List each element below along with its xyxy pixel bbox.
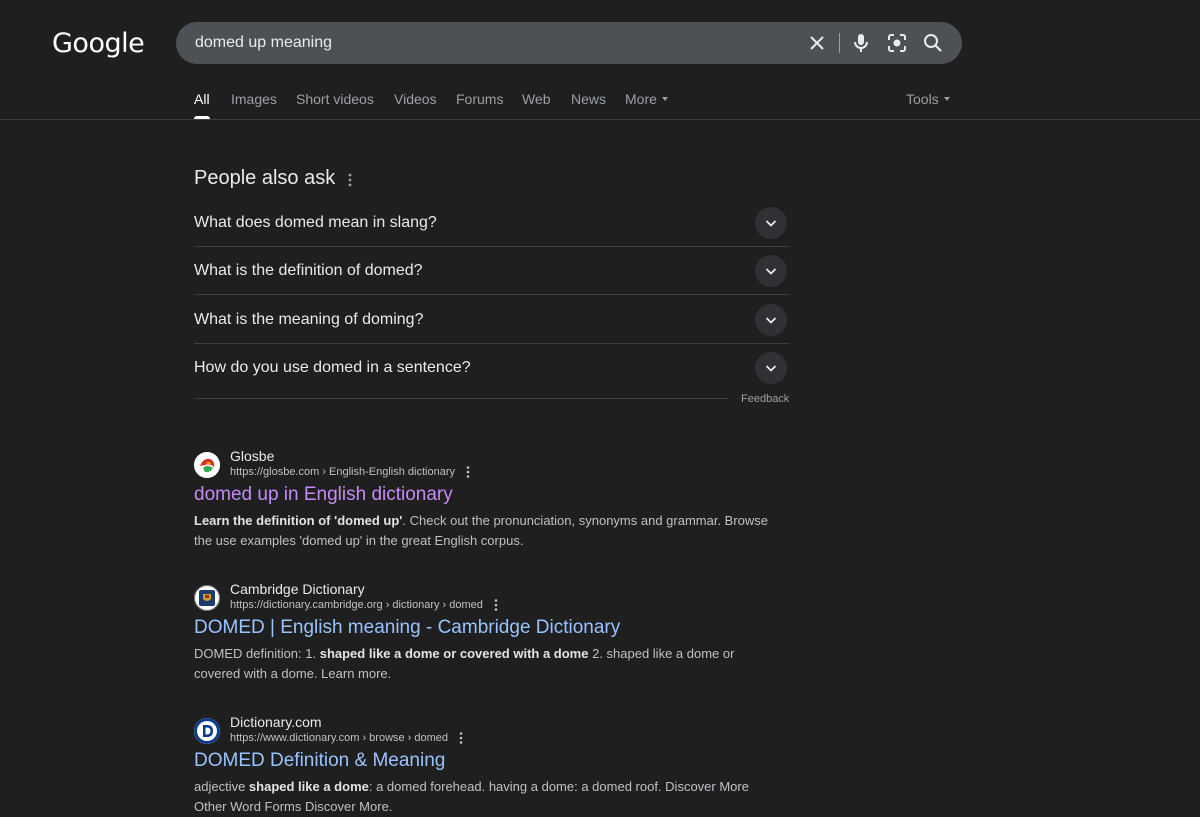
active-tab-indicator bbox=[194, 116, 210, 119]
chevron-down-icon bbox=[765, 268, 777, 275]
expand-button[interactable] bbox=[755, 352, 787, 384]
result-title-link[interactable]: domed up in English dictionary bbox=[194, 484, 453, 506]
tools-label: Tools bbox=[906, 91, 939, 107]
result-url[interactable]: https://dictionary.cambridge.org › dicti… bbox=[230, 599, 483, 611]
dictionary-com-favicon bbox=[194, 718, 220, 744]
more-options-icon[interactable] bbox=[346, 172, 354, 188]
result-url[interactable]: https://glosbe.com › English-English dic… bbox=[230, 466, 455, 478]
paa-question-text: What is the definition of domed? bbox=[194, 262, 423, 279]
tab-images[interactable]: Images bbox=[231, 91, 277, 107]
cambridge-favicon bbox=[194, 585, 220, 611]
lens-icon[interactable] bbox=[885, 31, 909, 55]
tab-videos[interactable]: Videos bbox=[394, 91, 437, 107]
glosbe-favicon bbox=[194, 452, 220, 478]
more-options-icon[interactable] bbox=[465, 465, 471, 479]
result-site-name[interactable]: Glosbe bbox=[230, 448, 274, 464]
tab-news[interactable]: News bbox=[571, 91, 606, 107]
snippet-highlight: shaped like a dome bbox=[248, 779, 369, 794]
divider bbox=[194, 398, 728, 399]
google-logo[interactable]: Google bbox=[52, 28, 145, 59]
result-title-link[interactable]: DOMED Definition & Meaning bbox=[194, 750, 445, 772]
snippet-text: adjective bbox=[194, 779, 249, 794]
chevron-down-icon bbox=[765, 220, 777, 227]
tools-button[interactable]: Tools bbox=[906, 91, 950, 107]
paa-question[interactable]: How do you use domed in a sentence? bbox=[194, 344, 789, 392]
chevron-down-icon bbox=[765, 365, 777, 372]
paa-question[interactable]: What is the definition of domed? bbox=[194, 247, 789, 295]
paa-question-text: How do you use domed in a sentence? bbox=[194, 359, 471, 376]
people-also-ask-heading: People also ask bbox=[194, 167, 336, 189]
result-snippet: adjective shaped like a dome: a domed fo… bbox=[194, 777, 784, 817]
tab-short-videos[interactable]: Short videos bbox=[296, 91, 374, 107]
caret-down-icon bbox=[943, 97, 950, 102]
expand-button[interactable] bbox=[755, 207, 787, 239]
search-box[interactable]: domed up meaning bbox=[176, 22, 962, 64]
search-divider bbox=[839, 33, 840, 53]
paa-question-text: What does domed mean in slang? bbox=[194, 214, 437, 231]
paa-question[interactable]: What is the meaning of doming? bbox=[194, 296, 789, 344]
result-snippet: Learn the definition of 'domed up'. Chec… bbox=[194, 511, 784, 551]
tab-more[interactable]: More bbox=[625, 91, 668, 107]
paa-question[interactable]: What does domed mean in slang? bbox=[194, 199, 789, 247]
result-snippet: DOMED definition: 1. shaped like a dome … bbox=[194, 644, 784, 684]
clear-icon[interactable] bbox=[805, 31, 829, 55]
more-options-icon[interactable] bbox=[458, 731, 464, 745]
tab-forums[interactable]: Forums bbox=[456, 91, 503, 107]
snippet-text: DOMED definition: 1. bbox=[194, 646, 320, 661]
chevron-down-icon bbox=[765, 317, 777, 324]
feedback-link[interactable]: Feedback bbox=[741, 393, 789, 405]
result-site-name[interactable]: Cambridge Dictionary bbox=[230, 581, 365, 597]
paa-question-text: What is the meaning of doming? bbox=[194, 311, 424, 328]
search-header: Google domed up meaning All Images Short… bbox=[0, 0, 1200, 120]
result-url[interactable]: https://www.dictionary.com › browse › do… bbox=[230, 732, 448, 744]
more-options-icon[interactable] bbox=[493, 598, 499, 612]
tab-more-label: More bbox=[625, 91, 657, 107]
snippet-highlight: shaped like a dome or covered with a dom… bbox=[319, 646, 589, 661]
tab-all[interactable]: All bbox=[194, 91, 210, 107]
microphone-icon[interactable] bbox=[849, 31, 873, 55]
expand-button[interactable] bbox=[755, 255, 787, 287]
search-input[interactable]: domed up meaning bbox=[195, 34, 332, 52]
result-title-link[interactable]: DOMED | English meaning - Cambridge Dict… bbox=[194, 617, 620, 639]
snippet-highlight: Learn the definition of 'domed up' bbox=[194, 513, 403, 528]
caret-down-icon bbox=[661, 97, 668, 102]
result-site-name[interactable]: Dictionary.com bbox=[230, 714, 322, 730]
search-icon[interactable] bbox=[921, 31, 945, 55]
tab-web[interactable]: Web bbox=[522, 91, 551, 107]
expand-button[interactable] bbox=[755, 304, 787, 336]
